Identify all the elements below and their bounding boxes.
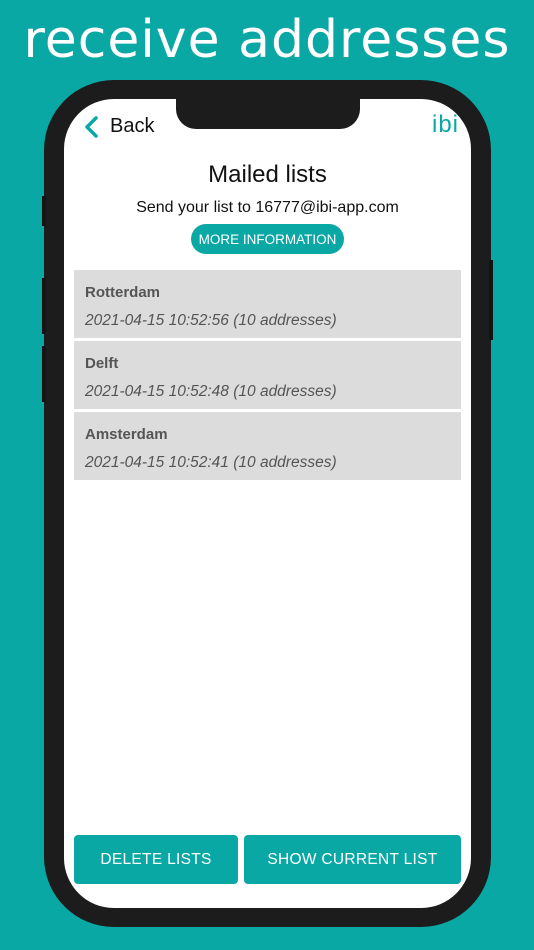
page-title: Mailed lists <box>208 161 327 188</box>
list-item-meta: 2021-04-15 10:52:48 (10 addresses) <box>85 383 337 400</box>
list-item[interactable]: Delft 2021-04-15 10:52:48 (10 addresses) <box>74 341 461 409</box>
brand-logo: ibi <box>431 111 459 138</box>
back-label: Back <box>110 115 155 137</box>
send-instructions: Send your list to 16777@ibi-app.com <box>136 199 399 216</box>
phone-volume-down <box>42 346 46 402</box>
list-item-name: Amsterdam <box>85 426 168 443</box>
list-item[interactable]: Amsterdam 2021-04-15 10:52:41 (10 addres… <box>74 412 461 480</box>
list-item-name: Rotterdam <box>85 284 161 301</box>
back-button[interactable]: Back <box>84 115 154 138</box>
list-item[interactable]: Rotterdam 2021-04-15 10:52:56 (10 addres… <box>74 270 461 338</box>
phone-volume-up <box>42 278 46 334</box>
list-item-meta: 2021-04-15 10:52:41 (10 addresses) <box>85 454 337 471</box>
app-screen: Back ibi Mailed lists Send your list to … <box>64 99 471 908</box>
show-current-list-button[interactable]: SHOW CURRENT LIST <box>244 835 461 884</box>
more-information-button[interactable]: MORE INFORMATION <box>191 224 344 254</box>
chevron-left-icon <box>85 115 98 138</box>
list-item-name: Delft <box>85 355 119 372</box>
phone-notch <box>176 99 360 129</box>
promo-headline: receive addresses <box>23 10 511 70</box>
phone-silent-switch <box>42 196 46 226</box>
mailed-lists: Rotterdam 2021-04-15 10:52:56 (10 addres… <box>74 270 461 483</box>
list-item-meta: 2021-04-15 10:52:56 (10 addresses) <box>85 312 337 329</box>
phone-power-button <box>489 260 493 340</box>
delete-lists-button[interactable]: DELETE LISTS <box>74 835 238 884</box>
